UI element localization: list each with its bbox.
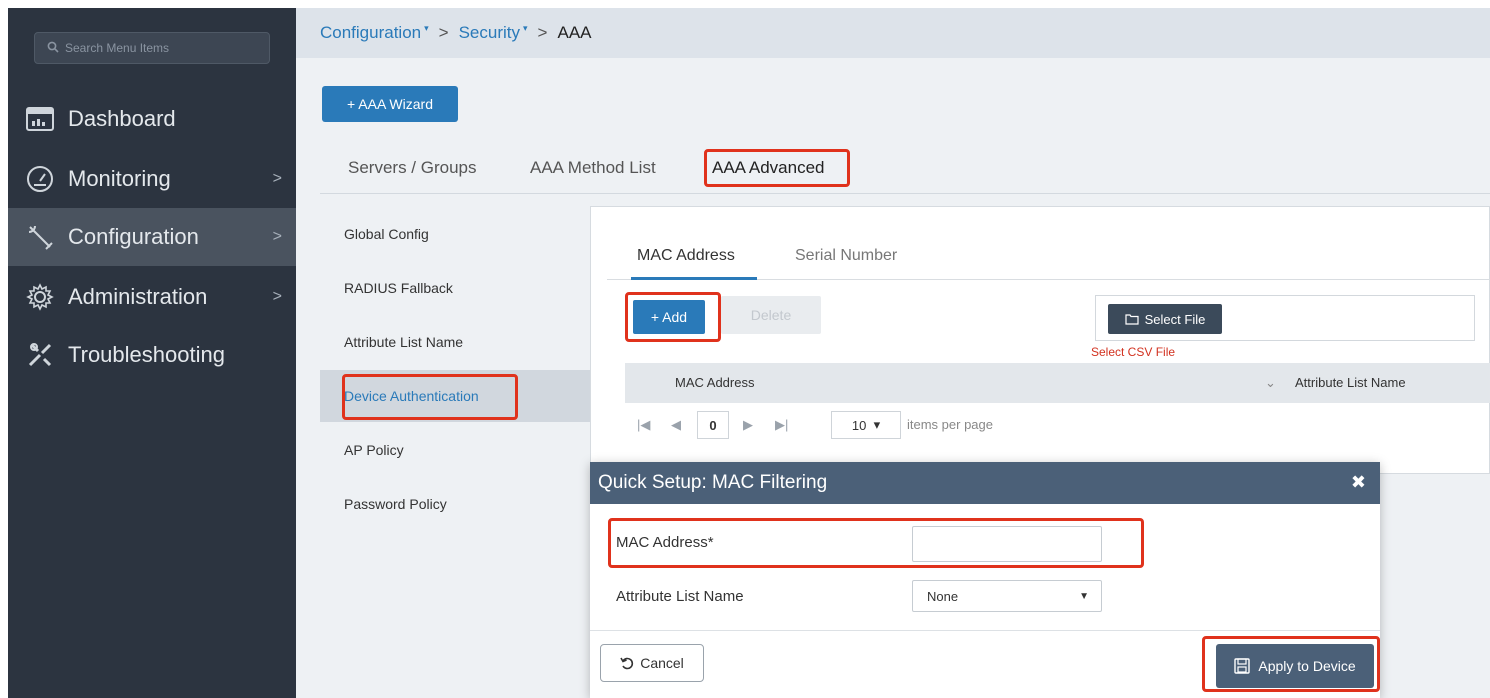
sidebar: Search Menu Items Dashboard Monitoring >… xyxy=(8,8,296,698)
sidebar-item-monitoring[interactable]: Monitoring > xyxy=(8,150,296,208)
sidebar-item-administration[interactable]: Administration > xyxy=(8,268,296,326)
modal-divider xyxy=(590,630,1380,631)
sidebar-item-label: Monitoring xyxy=(68,166,171,191)
breadcrumb-separator: > xyxy=(537,23,548,42)
gear-icon xyxy=(24,281,56,313)
chevron-right-icon: > xyxy=(272,170,282,187)
search-placeholder: Search Menu Items xyxy=(65,41,170,55)
undo-icon xyxy=(620,656,634,670)
table-header: MAC Address ⌄ Attribute List Name xyxy=(625,363,1490,403)
breadcrumb: Configuration ▾ > Security ▾ > AAA xyxy=(296,8,1490,58)
wrench-icon xyxy=(24,221,56,253)
sort-chevron-icon[interactable]: ⌄ xyxy=(1265,375,1276,391)
breadcrumb-configuration[interactable]: Configuration ▾ xyxy=(320,23,429,43)
items-per-page-label: items per page xyxy=(907,417,993,432)
modal-title: Quick Setup: MAC Filtering xyxy=(598,472,828,493)
cancel-button[interactable]: Cancel xyxy=(600,644,704,682)
subnav-ap-policy[interactable]: AP Policy xyxy=(320,424,590,476)
apply-to-device-button[interactable]: Apply to Device xyxy=(1216,644,1374,688)
caret-down-icon: ▾ xyxy=(873,417,881,432)
tab-bar: Servers / Groups AAA Method List AAA Adv… xyxy=(320,144,1490,194)
chevron-right-icon: > xyxy=(272,288,282,305)
column-attribute-list-name[interactable]: Attribute List Name xyxy=(1295,375,1406,390)
search-menu-input[interactable]: Search Menu Items xyxy=(34,32,270,64)
subnav-device-authentication[interactable]: Device Authentication xyxy=(320,370,590,422)
sidebar-item-dashboard[interactable]: Dashboard xyxy=(8,90,296,148)
active-tab-indicator xyxy=(631,277,757,280)
tab-aaa-advanced[interactable]: AAA Advanced xyxy=(712,158,824,178)
sidebar-item-configuration[interactable]: Configuration > xyxy=(8,208,296,266)
caret-down-icon: ▼ xyxy=(1079,590,1089,602)
breadcrumb-separator: > xyxy=(438,23,449,42)
column-mac-address[interactable]: MAC Address xyxy=(675,375,754,390)
sidebar-item-label: Troubleshooting xyxy=(68,342,225,367)
subnav-password-policy[interactable]: Password Policy xyxy=(320,478,590,530)
tab-serial-number[interactable]: Serial Number xyxy=(795,247,897,265)
aaa-wizard-button[interactable]: + AAA Wizard xyxy=(322,86,458,122)
mac-address-label: MAC Address* xyxy=(616,534,714,551)
caret-down-icon: ▾ xyxy=(523,23,528,33)
chevron-right-icon: > xyxy=(272,228,282,245)
subnav-attribute-list-name[interactable]: Attribute List Name xyxy=(320,316,590,368)
subnav-radius-fallback[interactable]: RADIUS Fallback xyxy=(320,262,590,314)
breadcrumb-current: AAA xyxy=(557,23,592,42)
dashboard-icon xyxy=(24,103,56,135)
pagination: |◀ ◀ 0 ▶ ▶| 10 ▾ items per page xyxy=(625,407,1490,443)
subnav-global-config[interactable]: Global Config xyxy=(320,208,590,260)
mac-filtering-modal: Quick Setup: MAC Filtering ✖ MAC Address… xyxy=(590,462,1380,698)
save-icon xyxy=(1234,658,1251,674)
caret-down-icon: ▾ xyxy=(424,23,429,33)
attribute-list-label: Attribute List Name xyxy=(616,588,744,605)
tools-icon xyxy=(24,339,56,371)
tab-aaa-method-list[interactable]: AAA Method List xyxy=(530,158,656,178)
attribute-list-select[interactable]: None ▼ xyxy=(912,580,1102,612)
sidebar-item-troubleshooting[interactable]: Troubleshooting xyxy=(8,326,296,384)
close-icon[interactable]: ✖ xyxy=(1351,472,1366,493)
first-page-icon[interactable]: |◀ xyxy=(637,417,650,433)
select-file-button[interactable]: Select File xyxy=(1108,304,1222,334)
page-size-select[interactable]: 10 ▾ xyxy=(831,411,901,439)
breadcrumb-security[interactable]: Security ▾ xyxy=(459,23,528,43)
last-page-icon[interactable]: ▶| xyxy=(775,417,788,433)
tab-mac-address[interactable]: MAC Address xyxy=(637,247,735,265)
modal-header: Quick Setup: MAC Filtering ✖ xyxy=(590,462,1380,504)
page-number[interactable]: 0 xyxy=(697,411,729,439)
next-page-icon[interactable]: ▶ xyxy=(743,417,753,433)
mac-address-input[interactable] xyxy=(912,526,1102,562)
file-upload-box: Select File xyxy=(1095,295,1475,341)
folder-icon xyxy=(1125,313,1139,325)
search-icon xyxy=(47,41,59,56)
csv-file-hint: Select CSV File xyxy=(1091,345,1176,359)
device-auth-panel: MAC Address Serial Number + Add Delete S… xyxy=(590,206,1490,474)
gauge-icon xyxy=(24,163,56,195)
sidebar-item-label: Configuration xyxy=(68,224,199,249)
sidebar-item-label: Administration xyxy=(68,284,208,309)
prev-page-icon[interactable]: ◀ xyxy=(671,417,681,433)
tab-servers-groups[interactable]: Servers / Groups xyxy=(348,158,477,178)
delete-button[interactable]: Delete xyxy=(721,296,821,334)
sidebar-item-label: Dashboard xyxy=(68,106,176,131)
add-button[interactable]: + Add xyxy=(633,300,705,334)
